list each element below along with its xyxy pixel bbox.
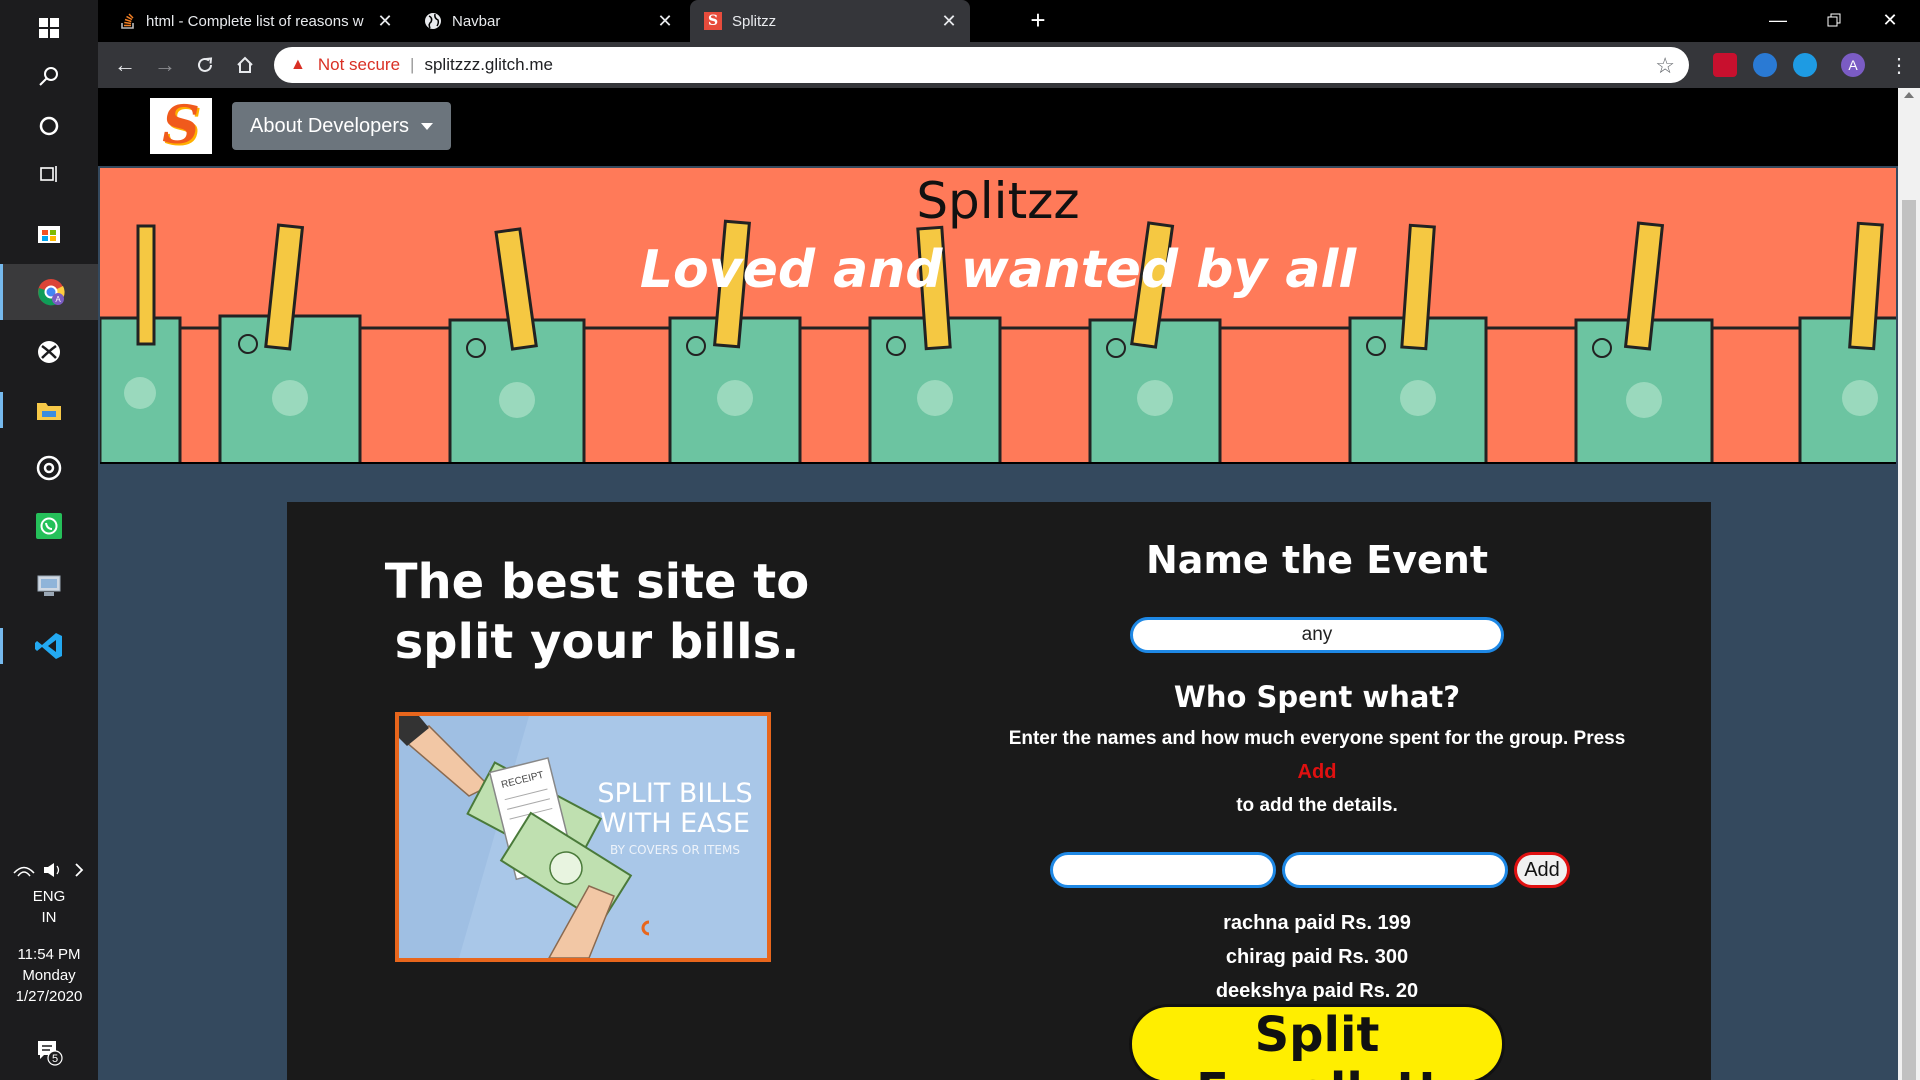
address-bar[interactable]: ▲ Not secure | splitzzz.glitch.me ☆ xyxy=(274,47,1689,83)
extension-infinity-icon[interactable] xyxy=(1793,53,1817,77)
event-heading: Name the Event xyxy=(1146,538,1488,582)
browser-toolbar: ← → ▲ Not secure | splitzzz.glitch.me ☆ … xyxy=(98,42,1920,88)
back-icon[interactable]: ← xyxy=(110,50,140,80)
caret-down-icon xyxy=(420,122,433,130)
page-scrollbar[interactable] xyxy=(1898,88,1920,1080)
logo-letter: S xyxy=(162,95,200,156)
clock-time: 11:54 PM xyxy=(17,946,81,963)
tab-title: Navbar xyxy=(452,12,501,30)
promo-line2: WITH EASE xyxy=(600,808,750,839)
close-icon[interactable]: ✕ xyxy=(654,10,676,32)
tab-navbar[interactable]: Navbar ✕ xyxy=(410,0,686,42)
language-indicator[interactable]: ENG IN xyxy=(0,886,98,928)
action-center-icon[interactable]: 5 xyxy=(0,1024,98,1080)
extension-blue-icon[interactable] xyxy=(1753,53,1777,77)
language-code: ENG xyxy=(32,888,66,905)
clock-day: Monday xyxy=(22,967,76,984)
main-card: The best site to split your bills. $ REC… xyxy=(287,502,1711,1080)
warning-icon[interactable]: ▲ xyxy=(290,56,306,74)
splitzz-favicon: S xyxy=(704,12,722,30)
close-icon[interactable]: ✕ xyxy=(374,10,396,32)
clock[interactable]: 11:54 PM Monday 1/27/2020 xyxy=(0,944,98,1007)
payment-entry: rachna paid Rs. 199 xyxy=(1223,912,1411,934)
control-panel-icon[interactable] xyxy=(0,558,98,614)
whatsapp-icon[interactable] xyxy=(0,498,98,554)
system-tray[interactable] xyxy=(0,860,98,886)
tab-splitzz[interactable]: S Splitzz ✕ xyxy=(690,0,970,42)
tab-title: Splitzz xyxy=(732,12,777,30)
add-button[interactable]: Add xyxy=(1514,852,1570,888)
store-icon[interactable] xyxy=(0,204,98,260)
who-spent-heading: Who Spent what? xyxy=(1173,680,1461,714)
payment-entry: deekshya paid Rs. 20 xyxy=(1215,980,1419,1002)
about-developers-dropdown[interactable]: About Developers xyxy=(232,102,451,150)
divider: | xyxy=(410,55,415,74)
home-icon[interactable] xyxy=(230,50,260,80)
menu-dots-icon[interactable]: ⋮ xyxy=(1884,50,1914,80)
person-name-input[interactable] xyxy=(1050,852,1276,888)
windows-taskbar: A ENG IN 11:54 PM Monday 1/27/2020 5 xyxy=(0,0,98,1080)
banner-title: Splitzz xyxy=(916,172,1080,230)
notification-count: 5 xyxy=(52,1053,58,1065)
clock-date: 1/27/2020 xyxy=(15,988,83,1005)
profile-avatar[interactable]: A xyxy=(1841,53,1865,77)
browser-window: html - Complete list of reasons w ✕ Navb… xyxy=(98,0,1920,1080)
dropdown-label: About Developers xyxy=(250,114,409,137)
chrome-icon[interactable]: A xyxy=(0,264,98,320)
tab-stackoverflow[interactable]: html - Complete list of reasons w ✕ xyxy=(106,0,406,42)
site-logo[interactable]: S xyxy=(150,98,212,154)
xbox-icon[interactable] xyxy=(0,324,98,380)
event-name-input[interactable] xyxy=(1130,617,1504,653)
instructions-add-word: Add xyxy=(1297,761,1337,783)
promo-line1: SPLIT BILLS xyxy=(597,778,752,809)
promo-line3: BY COVERS OR ITEMS xyxy=(610,843,740,857)
minimize-button[interactable]: — xyxy=(1750,0,1806,40)
split-equally-button[interactable]: Split Equally!! xyxy=(1129,1004,1505,1080)
tab-title: html - Complete list of reasons w xyxy=(146,12,364,30)
file-explorer-icon[interactable] xyxy=(0,382,98,438)
language-region: IN xyxy=(41,909,57,926)
security-label[interactable]: Not secure xyxy=(318,55,400,75)
site-navbar: S About Developers xyxy=(98,88,1898,166)
page-viewport: S About Developers Splitzz Loved and wan… xyxy=(98,88,1898,1080)
task-view-icon[interactable] xyxy=(0,146,98,202)
close-icon[interactable]: ✕ xyxy=(938,10,960,32)
forward-icon[interactable]: → xyxy=(150,50,180,80)
banner-tagline: Loved and wanted by all xyxy=(639,240,1357,300)
hero-banner: Splitzz Loved and wanted by all xyxy=(100,168,1896,464)
new-tab-button[interactable]: + xyxy=(1018,0,1058,40)
instructions-line2: to add the details. xyxy=(1236,795,1398,816)
scroll-up-arrow-icon[interactable] xyxy=(1904,92,1914,98)
url-text[interactable]: splitzzz.glitch.me xyxy=(424,55,552,75)
split-form: Name the Event Who Spent what? Enter the… xyxy=(967,502,1667,1080)
vscode-icon[interactable] xyxy=(0,618,98,674)
split-bills-promo-image: $ RECEIPT SPLIT BILLS WI xyxy=(395,712,771,962)
close-window-button[interactable]: ✕ xyxy=(1862,0,1918,40)
svg-text:A: A xyxy=(55,295,61,304)
instructions-line1: Enter the names and how much everyone sp… xyxy=(1008,728,1626,749)
reload-icon[interactable] xyxy=(190,50,220,80)
scrollbar-thumb[interactable] xyxy=(1902,200,1916,1080)
bookmark-star-icon[interactable]: ☆ xyxy=(1655,53,1675,79)
tab-strip: html - Complete list of reasons w ✕ Navb… xyxy=(98,0,1920,42)
groove-music-icon[interactable] xyxy=(0,440,98,496)
payment-entry: chirag paid Rs. 300 xyxy=(1225,946,1409,968)
stackoverflow-icon xyxy=(121,13,134,29)
restore-button[interactable] xyxy=(1806,0,1862,40)
extension-red-icon[interactable] xyxy=(1713,53,1737,77)
globe-icon xyxy=(425,13,441,29)
amount-input[interactable] xyxy=(1282,852,1508,888)
search-icon[interactable] xyxy=(0,48,98,104)
headline: The best site to split your bills. xyxy=(384,554,810,670)
